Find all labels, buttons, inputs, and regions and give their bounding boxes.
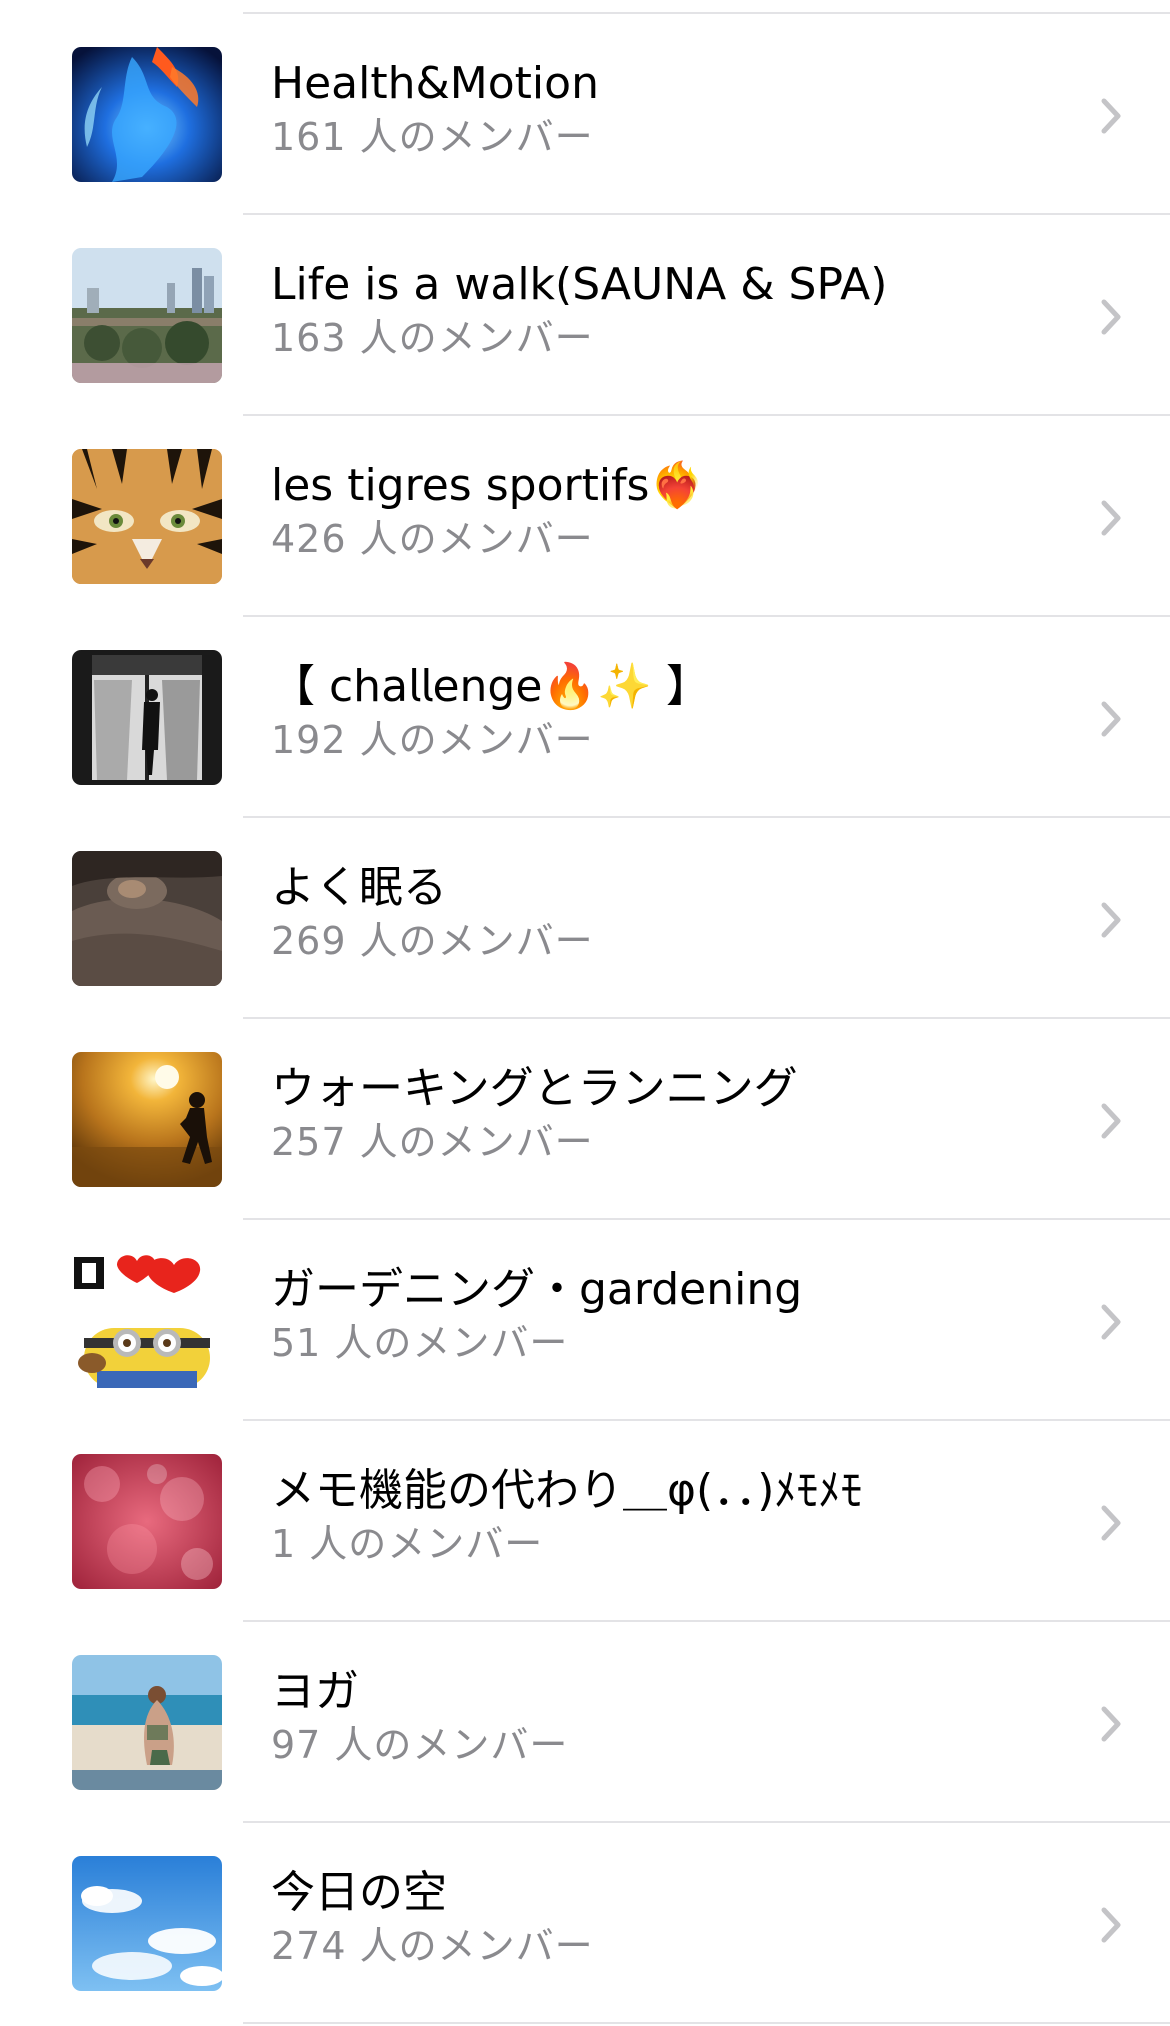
group-thumbnail (72, 851, 222, 986)
chevron-right-icon (1098, 97, 1126, 135)
window-figure-thumbnail-icon (72, 650, 222, 785)
group-row[interactable]: 今日の空 274 人のメンバー (0, 1823, 1170, 2024)
group-thumbnail (72, 1655, 222, 1790)
group-thumbnail (72, 1253, 222, 1388)
group-title: ガーデニング・gardening (271, 1264, 803, 1315)
group-row[interactable]: ガーデニング・gardening 51 人のメンバー (0, 1220, 1170, 1421)
group-title: ウォーキングとランニング (271, 1063, 798, 1114)
city-park-thumbnail-icon (72, 248, 222, 383)
group-thumbnail (72, 1052, 222, 1187)
row-divider (243, 2022, 1170, 2024)
group-row[interactable]: 【 𝖼𝗁𝖺𝗅𝗅𝖾𝗇𝗀𝖾🔥✨ 】 192 人のメンバー (0, 617, 1170, 818)
sleeping-thumbnail-icon (72, 851, 222, 986)
tiger-face-thumbnail-icon (72, 449, 222, 584)
chevron-right-icon (1098, 1303, 1126, 1341)
minion-heart-thumbnail-icon (72, 1253, 222, 1388)
group-row[interactable]: よく眠る 269 人のメンバー (0, 818, 1170, 1019)
group-title: よく眠る (271, 862, 447, 913)
group-list: Health&Motion 161 人のメンバー Life is a walk(… (0, 14, 1170, 2024)
group-row[interactable]: Health&Motion 161 人のメンバー (0, 14, 1170, 215)
group-title: Health&Motion (271, 58, 599, 109)
pink-bokeh-thumbnail-icon (72, 1454, 222, 1589)
group-row[interactable]: メモ機能の代わり＿φ(．．)ﾒﾓﾒﾓ 1 人のメンバー (0, 1421, 1170, 1622)
group-thumbnail (72, 650, 222, 785)
chevron-right-icon (1098, 298, 1126, 336)
member-count: 161 人のメンバー (271, 115, 594, 159)
member-count: 1 人のメンバー (271, 1522, 544, 1566)
group-title: 今日の空 (271, 1867, 447, 1918)
blue-fire-thumbnail-icon (72, 47, 222, 182)
group-row[interactable]: ヨガ 97 人のメンバー (0, 1622, 1170, 1823)
group-thumbnail (72, 1856, 222, 1991)
group-row[interactable]: Life is a walk(SAUNA & SPA) 163 人のメンバー (0, 215, 1170, 416)
member-count: 257 人のメンバー (271, 1120, 594, 1164)
group-title: 【 𝖼𝗁𝖺𝗅𝗅𝖾𝗇𝗀𝖾🔥✨ 】 (271, 661, 710, 712)
member-count: 269 人のメンバー (271, 919, 594, 963)
group-title: Life is a walk(SAUNA & SPA) (271, 259, 888, 310)
group-title: les tigres sportifs❤️‍🔥 (271, 460, 705, 511)
member-count: 192 人のメンバー (271, 718, 594, 762)
chevron-right-icon (1098, 901, 1126, 939)
member-count: 426 人のメンバー (271, 517, 594, 561)
runner-sunset-thumbnail-icon (72, 1052, 222, 1187)
yoga-beach-thumbnail-icon (72, 1655, 222, 1790)
group-title: ヨガ (271, 1666, 359, 1717)
chevron-right-icon (1098, 1504, 1126, 1542)
group-thumbnail (72, 449, 222, 584)
group-thumbnail (72, 47, 222, 182)
group-row[interactable]: les tigres sportifs❤️‍🔥 426 人のメンバー (0, 416, 1170, 617)
member-count: 97 人のメンバー (271, 1723, 569, 1767)
member-count: 51 人のメンバー (271, 1321, 569, 1365)
group-title: メモ機能の代わり＿φ(．．)ﾒﾓﾒﾓ (271, 1465, 863, 1516)
member-count: 163 人のメンバー (271, 316, 594, 360)
chevron-right-icon (1098, 1906, 1126, 1944)
sky-clouds-thumbnail-icon (72, 1856, 222, 1991)
chevron-right-icon (1098, 499, 1126, 537)
group-thumbnail (72, 248, 222, 383)
group-thumbnail (72, 1454, 222, 1589)
chevron-right-icon (1098, 1705, 1126, 1743)
chevron-right-icon (1098, 1102, 1126, 1140)
member-count: 274 人のメンバー (271, 1924, 594, 1968)
group-row[interactable]: ウォーキングとランニング 257 人のメンバー (0, 1019, 1170, 1220)
chevron-right-icon (1098, 700, 1126, 738)
